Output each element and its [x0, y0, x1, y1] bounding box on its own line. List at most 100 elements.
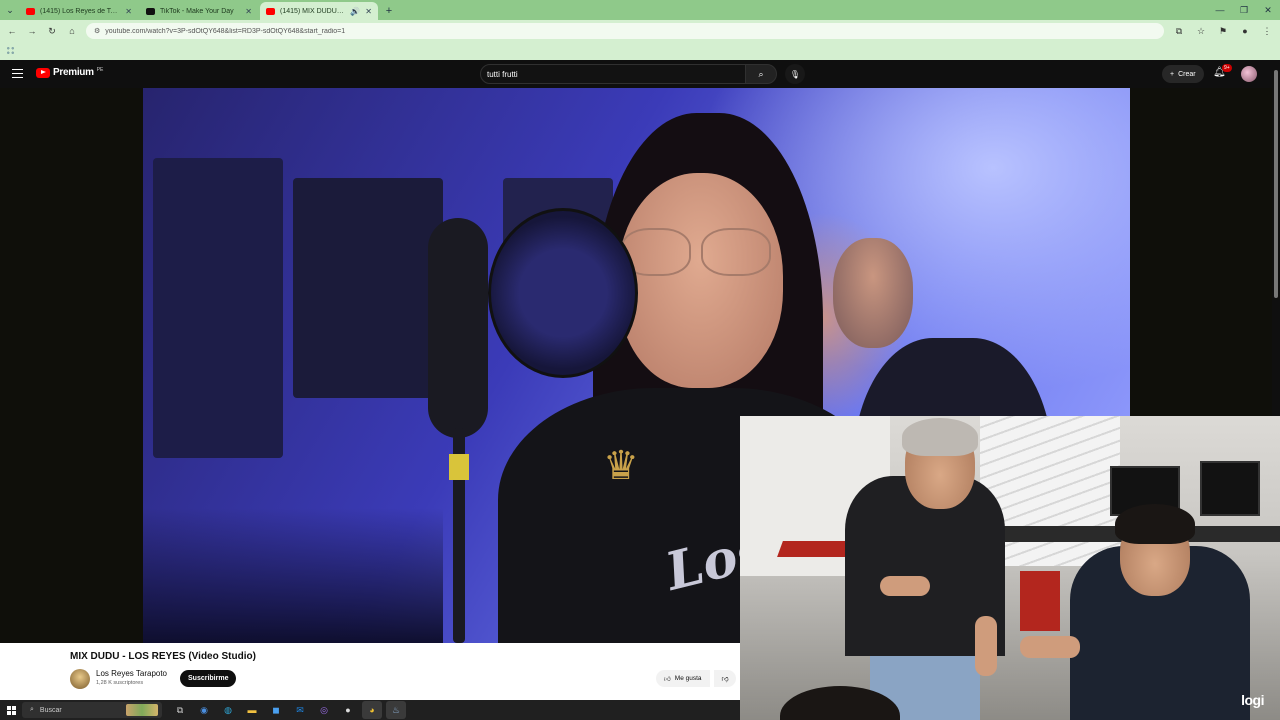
- close-icon[interactable]: ✕: [365, 7, 372, 16]
- steam-icon[interactable]: ♨: [386, 701, 406, 719]
- speaker-icon[interactable]: 🔊: [350, 7, 360, 16]
- tiktok-icon: [146, 7, 155, 15]
- browser-tab-strip: ⌄ (1415) Los Reyes de Tarapoto ✕ TikTok …: [0, 0, 1280, 20]
- profile-icon[interactable]: ●: [1238, 26, 1252, 36]
- person-hair: [902, 418, 978, 456]
- taskbar-apps: ⧉ ◉ ◍ ▬ ◼ ✉ ◎ ● ◕ ♨: [170, 701, 406, 719]
- youtube-logo[interactable]: Premium PE: [36, 67, 103, 78]
- channel-name[interactable]: Los Reyes Tarapoto: [96, 669, 167, 678]
- search-value: tutti frutti: [487, 69, 518, 79]
- video-info: MIX DUDU - LOS REYES (Video Studio) Los …: [0, 643, 740, 700]
- task-view-icon[interactable]: ⧉: [170, 701, 190, 719]
- search-button[interactable]: ⌕: [745, 64, 777, 84]
- bookmarks-bar: [0, 42, 1280, 60]
- search-icon: ⌕: [758, 68, 764, 79]
- scrollbar-thumb[interactable]: [1274, 70, 1278, 298]
- browser-menu-icon[interactable]: ⋮: [1260, 26, 1274, 37]
- home-icon[interactable]: ⌂: [66, 26, 78, 36]
- outlook-icon[interactable]: ✉: [290, 701, 310, 719]
- url-text: youtube.com/watch?v=3P-sdOtQY648&list=RD…: [105, 27, 346, 35]
- youtube-header: Premium PE tutti frutti ⌕ 🎙 + Crear 🔔︎ 9…: [0, 60, 1280, 88]
- tab-title: TikTok - Make Your Day: [160, 7, 234, 15]
- bookmark-star-icon[interactable]: ☆: [1194, 26, 1208, 37]
- plus-icon: +: [1170, 70, 1175, 78]
- search-highlight-image: [126, 704, 158, 716]
- minimize-icon[interactable]: —: [1208, 0, 1232, 20]
- close-icon[interactable]: ✕: [245, 7, 252, 16]
- browser-toolbar: ← → ↻ ⌂ ⚙ youtube.com/watch?v=3P-sdOtQY6…: [0, 20, 1280, 42]
- create-label: Crear: [1178, 70, 1196, 78]
- reload-icon[interactable]: ↻: [46, 26, 58, 37]
- file-explorer-icon[interactable]: ▬: [242, 701, 262, 719]
- taskbar-search[interactable]: ⌕ Buscar: [22, 702, 162, 718]
- forward-icon[interactable]: →: [26, 26, 38, 36]
- glasses-right-lens: [701, 228, 771, 276]
- search-icon: ⌕: [30, 706, 34, 713]
- obs-icon[interactable]: ◎: [314, 701, 334, 719]
- webcam-overlay: logi: [740, 416, 1280, 720]
- install-icon[interactable]: ⧉: [1172, 26, 1186, 37]
- studio-speaker: [153, 158, 283, 458]
- address-bar[interactable]: ⚙ youtube.com/watch?v=3P-sdOtQY648&list=…: [86, 23, 1164, 39]
- apps-grid-icon[interactable]: [6, 46, 15, 55]
- studio-speaker: [293, 178, 443, 398]
- chrome-icon[interactable]: ◕: [362, 701, 382, 719]
- back-icon[interactable]: ←: [6, 26, 18, 36]
- copilot-icon[interactable]: ◉: [194, 701, 214, 719]
- create-button[interactable]: + Crear: [1162, 65, 1204, 83]
- taskbar-search-label: Buscar: [39, 706, 62, 714]
- search-input[interactable]: tutti frutti: [480, 64, 746, 84]
- channel-avatar[interactable]: [70, 669, 90, 689]
- page-scrollbar[interactable]: [1272, 60, 1280, 416]
- like-label: Me gusta: [674, 675, 702, 682]
- close-icon[interactable]: ✕: [125, 7, 132, 16]
- subscriber-count: 1,28 K suscriptores: [96, 680, 144, 686]
- youtube-icon: [26, 7, 35, 15]
- video-title: MIX DUDU - LOS REYES (Video Studio): [70, 651, 256, 662]
- window-controls: — ❐ ✕: [1208, 0, 1280, 20]
- brand-text: Premium: [53, 67, 94, 78]
- subscribe-button[interactable]: Suscribirme: [180, 670, 237, 687]
- second-person-arm: [1020, 636, 1080, 658]
- voice-search-button[interactable]: 🎙: [785, 64, 805, 84]
- studio-equipment: [143, 508, 443, 643]
- webcam-watermark: logi: [1241, 692, 1264, 708]
- microphone: [428, 218, 488, 438]
- background-person: [833, 238, 913, 348]
- youtube-icon: [266, 7, 275, 15]
- edge-icon[interactable]: ◍: [218, 701, 238, 719]
- tab-search-icon[interactable]: ⌄: [0, 0, 20, 20]
- like-button[interactable]: 👍︎ Me gusta: [656, 670, 710, 687]
- person-arm: [880, 576, 930, 596]
- site-info-icon[interactable]: ⚙: [94, 27, 100, 35]
- menu-icon[interactable]: [12, 69, 23, 78]
- start-button[interactable]: [0, 705, 22, 715]
- person-arm: [975, 616, 997, 676]
- singer-face: [618, 173, 783, 388]
- browser-tab-3[interactable]: (1415) MIX DUDU - LOS REYES 🔊 ✕: [260, 2, 378, 20]
- windows-icon: [6, 705, 16, 715]
- room-monitor: [1200, 461, 1260, 516]
- thumbs-down-icon: 👎︎: [721, 676, 729, 683]
- maximize-icon[interactable]: ❐: [1232, 0, 1256, 20]
- second-person-hair: [1115, 504, 1195, 544]
- browser-tab-2[interactable]: TikTok - Make Your Day ✕: [140, 2, 258, 20]
- youtube-play-icon: [36, 67, 50, 78]
- pop-filter: [488, 208, 638, 378]
- store-icon[interactable]: ◼: [266, 701, 286, 719]
- github-icon[interactable]: ●: [338, 701, 358, 719]
- dislike-button[interactable]: 👎︎: [714, 670, 736, 687]
- account-avatar[interactable]: [1241, 66, 1257, 82]
- notification-badge: 9+: [1222, 64, 1232, 72]
- browser-tab-1[interactable]: (1415) Los Reyes de Tarapoto ✕: [20, 2, 138, 20]
- tab-title: (1415) MIX DUDU - LOS REYES: [280, 7, 345, 15]
- extension-icon[interactable]: ⚑: [1216, 26, 1230, 37]
- region-code: PE: [96, 67, 104, 73]
- mic-stand-clip: [449, 454, 469, 480]
- microphone-icon: 🎙: [789, 69, 801, 79]
- crown-graphic: ♛: [603, 444, 639, 488]
- new-tab-button[interactable]: +: [380, 2, 398, 20]
- close-window-icon[interactable]: ✕: [1256, 0, 1280, 20]
- thumbs-up-icon: 👍︎: [664, 675, 671, 683]
- windows-taskbar: ⌕ Buscar ⧉ ◉ ◍ ▬ ◼ ✉ ◎ ● ◕ ♨: [0, 700, 740, 720]
